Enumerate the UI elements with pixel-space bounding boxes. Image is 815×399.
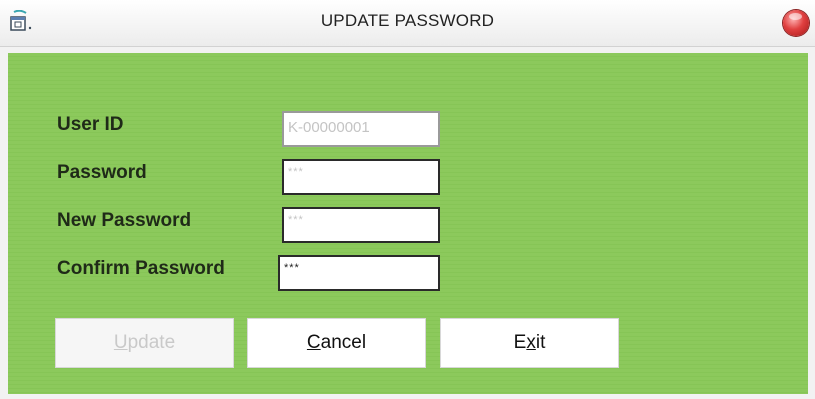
confirm-password-field[interactable]: *** [278,255,440,291]
cancel-button[interactable]: Cancel [247,318,426,368]
password-label: Password [57,162,147,183]
window-title: UPDATE PASSWORD [320,11,495,30]
exit-button-suffix: it [535,332,546,353]
form-panel: User ID K-00000001 Password *** New Pass… [8,53,808,394]
new-password-field[interactable]: *** [282,207,440,243]
update-button-mnemonic: U [113,332,128,353]
cancel-button-suffix: ancel [320,332,367,353]
update-button[interactable]: Update [55,318,234,368]
password-field[interactable]: *** [282,159,440,195]
exit-button[interactable]: Exit [440,318,619,368]
user-id-field[interactable]: K-00000001 [282,111,440,147]
title-bar[interactable]: UPDATE PASSWORD [0,0,815,47]
update-button-suffix: pdate [127,332,176,353]
new-password-label: New Password [57,210,192,231]
update-password-window: UPDATE PASSWORD User ID K-00000001 Passw… [0,0,815,399]
exit-button-mnemonic: x [526,332,536,353]
cancel-button-mnemonic: C [306,332,321,353]
close-button[interactable] [783,10,809,36]
confirm-password-label: Confirm Password [57,258,225,279]
user-id-label: User ID [57,114,124,135]
exit-button-prefix: E [513,332,527,353]
